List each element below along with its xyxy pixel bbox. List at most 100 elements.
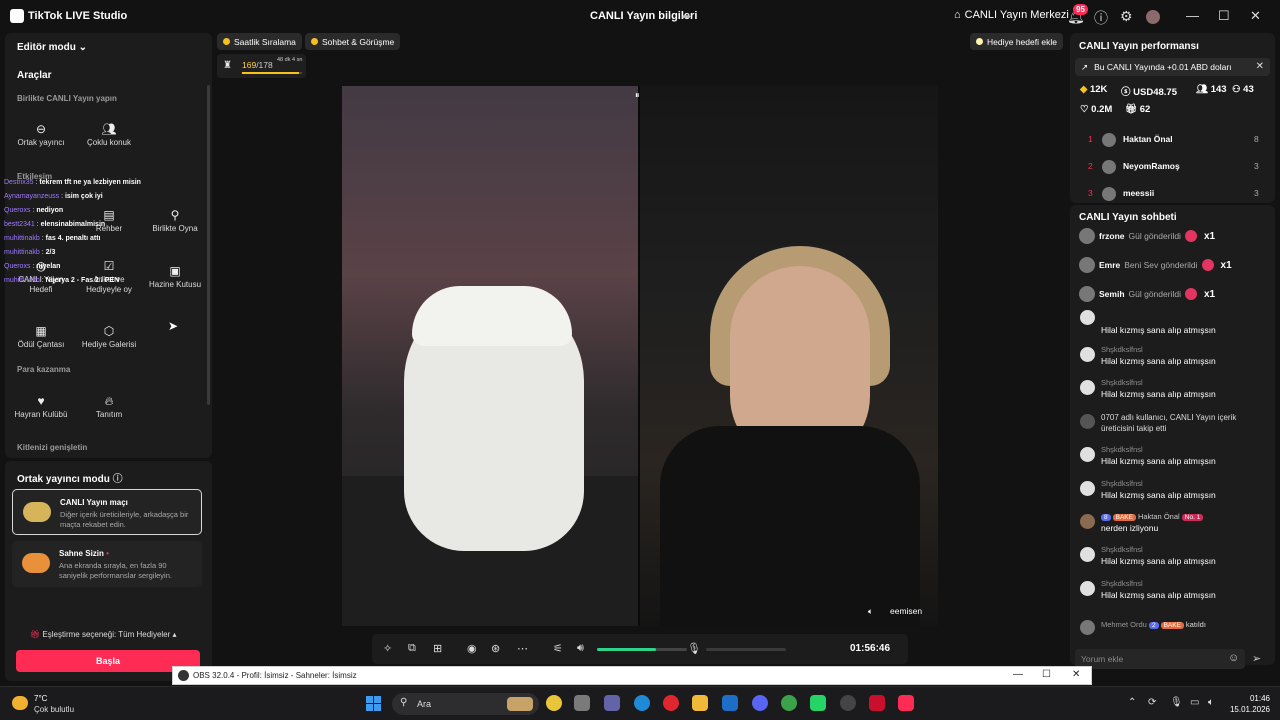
stage-card[interactable]: Sahne Sizin • Ana ekranda sırayla, en fa…: [12, 541, 202, 587]
rose-gift-icon: [1184, 230, 1197, 242]
discord-icon[interactable]: [752, 695, 768, 711]
tool-promote[interactable]: 🔥︎ Tanıtım: [79, 383, 139, 433]
add-source-icon[interactable]: ⧉: [408, 642, 416, 655]
avatar: [1079, 286, 1095, 302]
more-icon[interactable]: ⋯: [517, 642, 528, 655]
temperature: 7°C: [34, 694, 48, 703]
taskbar-clock[interactable]: 01:46 15.01.2026: [1228, 693, 1270, 715]
progress-fill: [242, 72, 299, 74]
rose-gift-icon: [1184, 288, 1197, 300]
chat-message: Shşkdkslfnsl Hilal kızmış sana alıp atmış…: [1080, 545, 1270, 575]
teams-icon[interactable]: [604, 695, 620, 711]
overlay-chat-line: muhittinakb : fas 4. penaltı attı: [4, 235, 101, 242]
mic-slider[interactable]: [706, 648, 786, 651]
rank-name[interactable]: meessii: [1123, 188, 1154, 198]
rank-name[interactable]: NeyomRamoş: [1123, 161, 1180, 171]
layout-icon[interactable]: ⊞: [433, 642, 442, 655]
live-center-button[interactable]: ⌂ CANLI Yayın Merkezi: [954, 9, 1069, 21]
display-icon[interactable]: ▭: [1190, 697, 1199, 708]
likes-stat: ♡ 0.2M: [1080, 104, 1113, 115]
obs-taskbar-icon[interactable]: [840, 695, 856, 711]
close-icon[interactable]: ✕: [1072, 669, 1080, 680]
tool-fan-club[interactable]: ♥ Hayran Kulübü: [11, 383, 71, 433]
chrome-icon[interactable]: [546, 695, 562, 711]
tool-gift-bag[interactable]: ▦ Ödül Çantası: [11, 313, 71, 363]
whatsapp-icon[interactable]: [810, 695, 826, 711]
settings-gear-icon[interactable]: ⚙: [1120, 8, 1133, 25]
guest-body: [660, 426, 920, 626]
close-icon[interactable]: ✕: [1250, 8, 1261, 24]
title-bar: TikTok LIVE Studio CANLI Yayın bilgileri…: [0, 0, 1280, 33]
speaker-icon[interactable]: 🔈︎: [1208, 697, 1214, 708]
comment-input[interactable]: Yorum ekle: [1075, 649, 1245, 669]
card-description: Ana ekranda sırayla, en fazla 90 saniyel…: [59, 561, 172, 580]
live-match-card[interactable]: CANLI Yayın maçı Diğer içerik üreticiler…: [12, 489, 202, 535]
volume-slider[interactable]: [597, 648, 687, 651]
match-option-dropdown[interactable]: 🎁︎ Eşleştirme seçeneği: Tüm Hediyeler ▴: [30, 630, 177, 639]
tool-play-together[interactable]: ⚲ Birlikte Oyna: [145, 197, 205, 247]
media-player-icon[interactable]: [869, 695, 885, 711]
tools-scrollbar[interactable]: [207, 85, 210, 405]
hourly-ranking-chip[interactable]: Saatlik Sıralama: [217, 33, 302, 50]
minimize-icon[interactable]: —: [1013, 669, 1023, 680]
avatar: [1080, 447, 1095, 462]
tool-gift-gallery[interactable]: ⬡ Hediye Galerisi: [79, 313, 139, 363]
share-icon[interactable]: ➦: [682, 10, 691, 23]
live-video-preview[interactable]: [342, 86, 938, 626]
volume-icon[interactable]: 🔊︎: [577, 642, 584, 655]
opera-icon[interactable]: [663, 695, 679, 711]
file-explorer-icon[interactable]: [692, 695, 708, 711]
minimize-icon[interactable]: —: [1186, 8, 1199, 23]
avatar: [1080, 581, 1095, 596]
join-notice: Mehmet Ordu 2 BAKE katıldı: [1080, 618, 1270, 636]
ranking-progress[interactable]: ♜ 169/178 48 dk 4 sn: [217, 54, 306, 78]
audio-level-icon: ⏸: [635, 90, 640, 100]
store-icon[interactable]: [574, 695, 590, 711]
camera-icon[interactable]: ⊛: [491, 642, 500, 655]
edge-icon[interactable]: [634, 695, 650, 711]
chat-call-chip[interactable]: Sohbet & Görüşme: [305, 33, 401, 50]
avatar: [1080, 347, 1095, 362]
guest-name: eemisen: [890, 606, 923, 616]
tool-treasure[interactable]: ▣ Hazine Kutusu: [145, 253, 205, 303]
send-icon[interactable]: ➢: [1252, 652, 1261, 665]
tiktok-taskbar-icon[interactable]: [898, 695, 914, 711]
windows-start-icon[interactable]: [366, 696, 382, 712]
tool-cohost[interactable]: ⊖ Ortak yayıncı: [11, 111, 71, 161]
add-person-icon: ⚇: [1232, 84, 1241, 95]
maximize-icon[interactable]: ☐: [1042, 669, 1051, 680]
clock-date: 15.01.2026: [1229, 705, 1270, 714]
tool-multiguest[interactable]: 👥︎ Çoklu konuk: [79, 111, 139, 161]
user-avatar[interactable]: [1146, 10, 1160, 24]
home-icon: ⌂: [954, 9, 961, 21]
gift-goal-button[interactable]: Hediye hedefi ekle: [970, 33, 1063, 50]
obs-window-bar[interactable]: OBS 32.0.4 - Profil: İsimsiz - Sahneler:…: [172, 666, 1092, 685]
chevron-up-icon[interactable]: ⌃: [1128, 697, 1136, 708]
stage-illustration: [22, 553, 50, 573]
chrome-profile-icon[interactable]: [781, 695, 797, 711]
tools-panel: Editör modu ⌄ Araçlar Birlikte CANLI Yay…: [5, 33, 212, 458]
microphone-icon[interactable]: 🎙︎: [1170, 697, 1183, 708]
flame-icon: 🔥︎: [104, 394, 114, 408]
microphone-icon[interactable]: 🎙︎: [687, 642, 701, 655]
magic-wand-icon[interactable]: ✧: [383, 642, 392, 655]
host-video: [342, 86, 638, 626]
speaker-icon[interactable]: 🔈︎: [868, 606, 873, 617]
coin-icon: [311, 38, 318, 45]
adjust-icon[interactable]: ⚟: [553, 642, 563, 655]
taskbar-search[interactable]: ⚲ Ara: [392, 693, 539, 715]
help-icon[interactable]: ⓘ: [1094, 8, 1108, 28]
mail-icon[interactable]: [722, 695, 738, 711]
record-icon[interactable]: ◉: [467, 642, 477, 655]
help-icon: ⓘ: [112, 474, 123, 485]
section-earn: Para kazanma: [17, 365, 71, 374]
emoji-icon[interactable]: ☺: [1228, 652, 1239, 664]
close-icon[interactable]: ✕: [1256, 61, 1264, 72]
volume-fill: [597, 648, 656, 651]
rank-score: 3: [1254, 161, 1259, 171]
sync-icon[interactable]: ⟳: [1148, 697, 1156, 708]
maximize-icon[interactable]: ☐: [1218, 8, 1230, 24]
editor-mode-dropdown[interactable]: Editör modu ⌄: [17, 42, 87, 53]
performance-panel: CANLI Yayın performansı ↗ Bu CANLI Yayınd…: [1070, 33, 1275, 203]
rank-name[interactable]: Haktan Önal: [1123, 134, 1173, 144]
